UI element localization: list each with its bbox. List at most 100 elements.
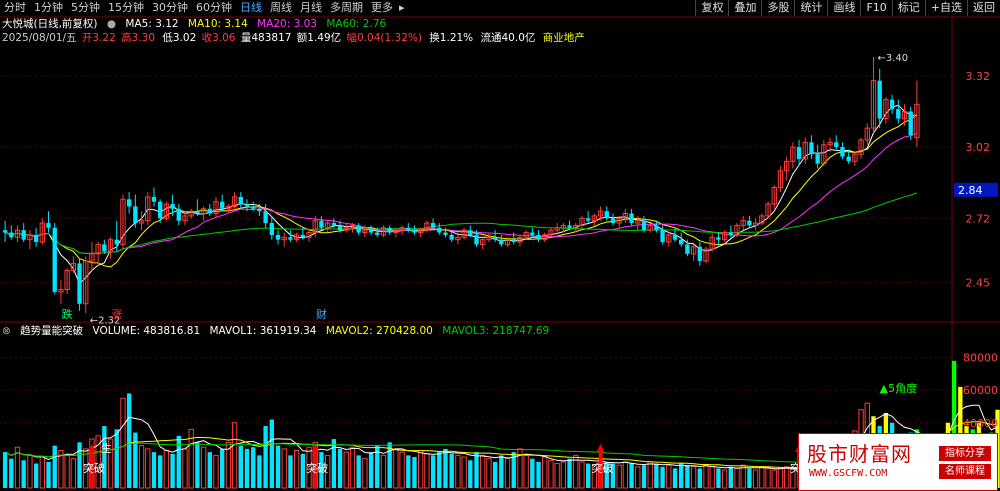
vol-bar-57	[356, 455, 361, 488]
candle-body-106	[660, 230, 665, 243]
vol-bar-85	[530, 458, 535, 488]
toolbar-button-4[interactable]: 画线	[827, 0, 860, 16]
tab-10[interactable]: 更多	[367, 0, 397, 16]
low-label: 低3.02	[162, 32, 197, 44]
candle-body-40	[251, 206, 256, 209]
candle-body-7	[46, 223, 51, 228]
ohlc-legend: 2025/08/01/五 开3.22 高3.30 低3.02 收3.06 量48…	[2, 31, 591, 45]
candle-body-91	[567, 225, 572, 228]
vol-bar-119	[740, 464, 746, 489]
toolbar-button-0[interactable]: 复权	[695, 0, 728, 16]
toolbar-button-7[interactable]: +自选	[924, 0, 967, 16]
signal-label-1: 生	[101, 441, 112, 455]
vol-bar-0	[2, 452, 8, 488]
mavol2-value: MAVOL2: 270428.00	[325, 325, 433, 337]
candle-body-105	[654, 225, 659, 231]
vol-close-icon[interactable]: ⊗	[2, 325, 11, 337]
candle-body-43	[269, 223, 274, 235]
vol-bar-70	[437, 452, 442, 488]
vol-bar-12	[77, 442, 82, 488]
toolbar-button-6[interactable]: 标记	[891, 0, 925, 16]
tab-8[interactable]: 月线	[296, 0, 326, 16]
tab-1[interactable]: 1分钟	[30, 0, 67, 16]
toolbar-button-1[interactable]: 叠加	[728, 0, 761, 16]
ma5-label: MA5: 3.12	[125, 18, 179, 30]
vol-bar-18	[114, 429, 119, 488]
vol-bar-114	[709, 466, 715, 489]
candle-body-72	[449, 234, 454, 240]
candle-body-144	[896, 109, 901, 119]
vol-bar-117	[728, 466, 733, 488]
tab-3[interactable]: 15分钟	[104, 0, 148, 16]
vol-bar-126	[783, 466, 790, 489]
toolbar-button-8[interactable]: 返回	[967, 0, 1000, 16]
candle-body-59	[368, 230, 374, 233]
vol-bar-58	[362, 458, 368, 489]
candle-body-79	[492, 237, 498, 240]
price-tick-3: 3.32	[966, 70, 991, 83]
vol-bar-111	[690, 466, 697, 489]
vol-bar-56	[349, 446, 356, 489]
indicator-name[interactable]: 趋势量能突破	[20, 325, 83, 337]
vol-bar-31	[195, 442, 200, 488]
watermark-logo: 股市财富网 WWW.GSCFW.COM 指标分享 名师课程	[798, 433, 998, 491]
candle-body-18	[114, 239, 119, 245]
vol-bar-77	[480, 454, 486, 489]
candle-body-20	[126, 199, 132, 207]
tab-0[interactable]: 分时	[0, 0, 30, 16]
signal-arrow-3	[596, 444, 605, 452]
price-tick-1: 2.72	[966, 212, 991, 225]
vol-bar-10	[64, 454, 70, 489]
tab-9[interactable]: 多周期	[326, 0, 367, 16]
vol-bar-40	[251, 447, 256, 488]
vol-bar-61	[380, 454, 387, 489]
vol-bar-79	[492, 461, 498, 488]
vol-bar-88	[548, 459, 554, 489]
vol-bar-94	[585, 463, 591, 488]
candle-body-141	[877, 80, 882, 119]
tab-4[interactable]: 30分钟	[148, 0, 192, 16]
open-label: 开3.22	[81, 32, 116, 44]
vol-bar-72	[449, 453, 454, 488]
watermark-tag-2: 名师课程	[939, 464, 991, 479]
tab-2[interactable]: 5分钟	[67, 0, 104, 16]
ma20-label: MA20: 3.03	[257, 18, 317, 30]
more-arrow-icon[interactable]: ▸	[397, 0, 407, 16]
vol-bar-86	[536, 461, 541, 488]
vol-bar-65	[406, 455, 411, 488]
candle-body-76	[474, 234, 479, 245]
stock-title: 大悦城(日线,前复权)	[2, 18, 98, 30]
sector-label[interactable]: 商业地产	[543, 32, 585, 44]
ma60-label: MA60: 2.76	[326, 18, 387, 30]
candle-body-24	[151, 196, 157, 202]
settings-icon[interactable]: ●	[107, 18, 116, 30]
vol-bar-1	[9, 458, 14, 488]
candle-body-115	[716, 237, 721, 240]
candle-body-12	[77, 263, 82, 304]
vol-bar-29	[182, 448, 188, 489]
vol-bar-3	[21, 460, 26, 488]
vol-bar-113	[703, 464, 709, 489]
candle-body-103	[641, 220, 647, 231]
tab-6[interactable]: 日线	[236, 0, 266, 16]
candle-body-112	[697, 246, 702, 262]
candle-body-120	[747, 220, 752, 226]
toolbar-button-3[interactable]: 统计	[794, 0, 827, 16]
toolbar-button-5[interactable]: F10	[860, 0, 891, 16]
candle-body-35	[220, 201, 225, 209]
vol-bar-8	[52, 445, 57, 488]
candle-body-70	[437, 227, 442, 233]
toolbar-button-2[interactable]: 多股	[761, 0, 794, 16]
chart-canvas[interactable]: 2.452.723.023.322.84←3.40←2.32跌涨财预400006…	[0, 0, 1000, 491]
vol-bar-34	[213, 454, 219, 489]
vol-bar-116	[721, 469, 728, 489]
angle-label: ▲5角度	[880, 381, 917, 395]
toolbar-right: 复权 叠加 多股 统计 画线 F10 标记 +自选 返回	[695, 0, 1000, 16]
candle-body-134	[834, 142, 839, 148]
tab-7[interactable]: 周线	[266, 0, 296, 16]
candle-body-131	[815, 154, 820, 164]
vol-bar-19	[120, 397, 126, 489]
volume-value: VOLUME: 483816.81	[92, 325, 201, 337]
tab-5[interactable]: 60分钟	[192, 0, 236, 16]
watermark-url: WWW.GSCFW.COM	[809, 468, 888, 479]
